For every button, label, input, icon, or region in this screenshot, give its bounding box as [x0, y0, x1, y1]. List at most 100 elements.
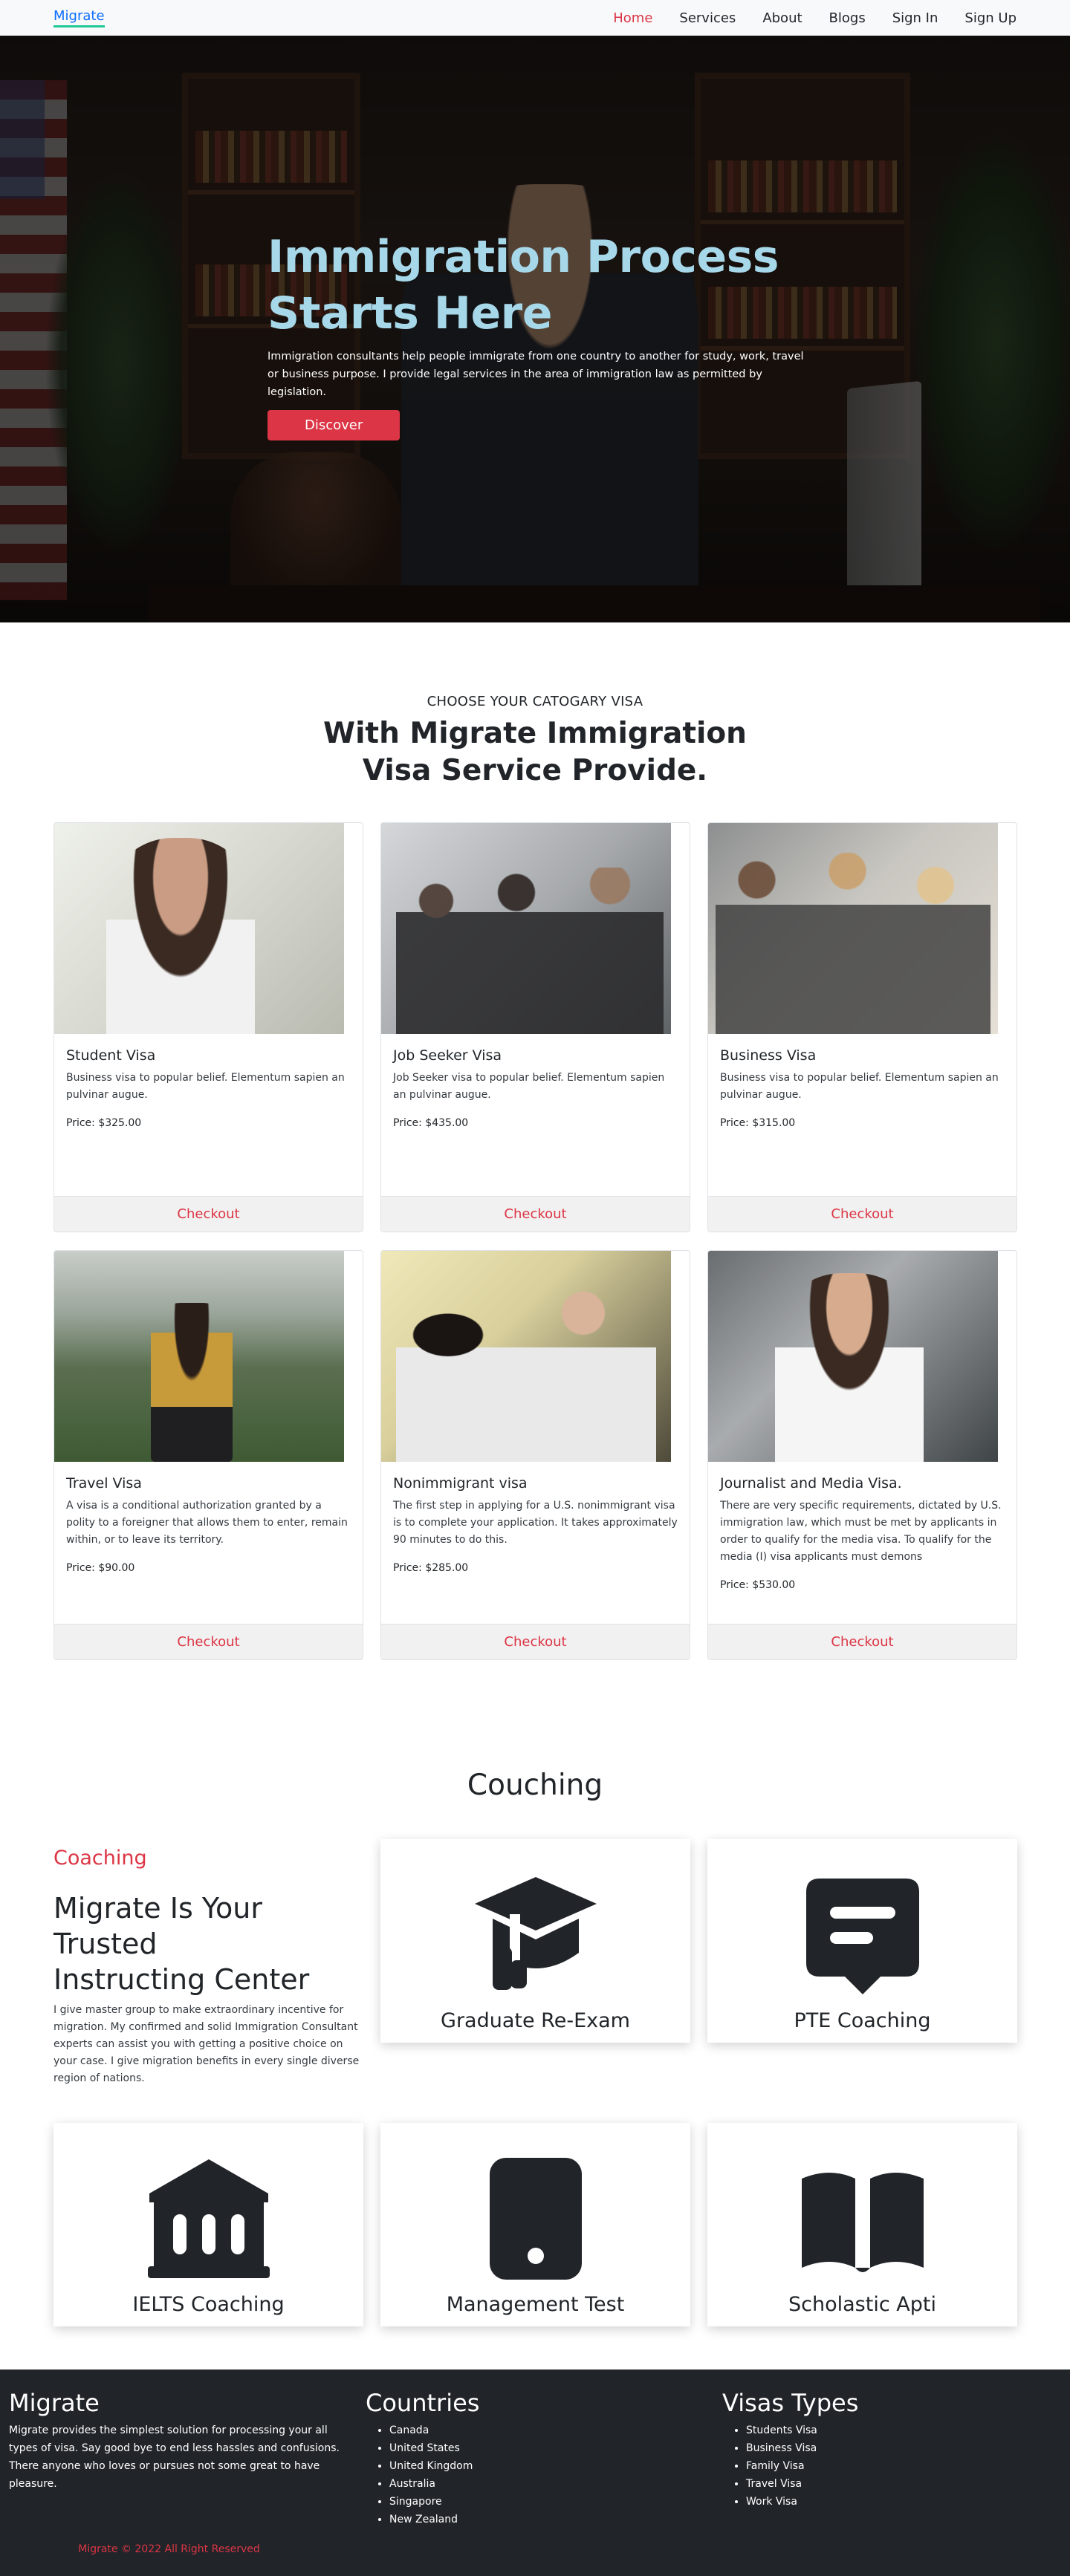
brand-logo-link[interactable]: Migrate	[54, 8, 105, 27]
footer-countries-list: Canada United States United Kingdom Aust…	[366, 2421, 722, 2528]
card-footer: Checkout	[708, 1196, 1016, 1232]
card-price: Price: $435.00	[393, 1117, 469, 1129]
footer-about: Migrate Migrate provides the simplest so…	[9, 2389, 366, 2528]
visa-heading-line1: With Migrate Immigration	[323, 717, 747, 750]
footer-visa-item[interactable]: Travel Visa	[746, 2475, 1070, 2493]
card-title: Student Visa	[66, 1047, 156, 1064]
footer-copyright: Migrate © 2022 All Right Reserved	[78, 2543, 260, 2555]
open-book-icon	[801, 2173, 924, 2272]
bank-building-icon	[147, 2159, 270, 2278]
footer-countries: Countries Canada United States United Ki…	[366, 2389, 722, 2528]
visa-card-journalist: Journalist and Media Visa. There are ver…	[707, 1250, 1017, 1660]
card-body: Student Visa Business visa to popular be…	[54, 1034, 363, 1129]
coaching-card-label: Graduate Re-Exam	[441, 2009, 630, 2032]
business-photo	[708, 823, 998, 1034]
card-image	[381, 823, 671, 1034]
coaching-card-label: Scholastic Apti	[788, 2293, 936, 2316]
card-text: A visa is a conditional authorization gr…	[66, 1500, 348, 1546]
job-seeker-photo	[381, 823, 671, 1034]
coaching-kicker: Coaching	[54, 1847, 147, 1870]
card-price: Price: $325.00	[66, 1117, 142, 1129]
footer-visas: Visas Types Students Visa Business Visa …	[722, 2389, 1070, 2528]
nonimmigrant-photo	[381, 1251, 671, 1462]
nav-links: Home Services About Blogs Sign In Sign U…	[600, 10, 1016, 26]
footer-country-item[interactable]: Australia	[389, 2475, 722, 2493]
card-image	[54, 1251, 344, 1462]
footer-visa-item[interactable]: Students Visa	[746, 2421, 1070, 2439]
top-navbar: Migrate Home Services About Blogs Sign I…	[0, 0, 1070, 36]
footer-country-item[interactable]: Singapore	[389, 2493, 722, 2511]
checkout-link[interactable]: Checkout	[177, 1206, 239, 1222]
coaching-grid-row2: IELTS Coaching Management Test Scholasti…	[54, 2123, 1017, 2370]
footer-visa-item[interactable]: Business Visa	[746, 2439, 1070, 2457]
coaching-section: Couching Coaching Migrate Is Your Truste…	[0, 1660, 1070, 2370]
footer-brand: Migrate	[9, 2389, 100, 2417]
visa-card-travel: Travel Visa A visa is a conditional auth…	[54, 1250, 363, 1660]
card-body: Travel Visa A visa is a conditional auth…	[54, 1462, 363, 1574]
tablet-icon	[489, 2158, 582, 2280]
coaching-grid-row1: Coaching Migrate Is Your Trusted Instruc…	[54, 1839, 1017, 2087]
card-text: The first step in applying for a U.S. no…	[393, 1500, 678, 1546]
checkout-link[interactable]: Checkout	[177, 1634, 239, 1650]
card-footer: Checkout	[54, 1624, 363, 1659]
discover-button[interactable]: Discover	[268, 410, 401, 440]
student-photo	[54, 823, 344, 1034]
nav-about-link[interactable]: About	[749, 10, 815, 26]
graduation-cap-icon	[474, 1877, 597, 1990]
site-footer: Migrate Migrate provides the simplest so…	[0, 2370, 1070, 2576]
hero-description: Immigration consultants help people immi…	[268, 351, 804, 398]
visa-card-business: Business Visa Business visa to popular b…	[707, 822, 1017, 1232]
card-title: Nonimmigrant visa	[393, 1475, 528, 1492]
hero-title-line2: Starts Here	[268, 287, 552, 339]
footer-visa-item[interactable]: Work Visa	[746, 2493, 1070, 2511]
coaching-card-ielts[interactable]: IELTS Coaching	[54, 2123, 363, 2326]
nav-sign-in-link[interactable]: Sign In	[879, 10, 952, 26]
card-text: There are very specific requirements, di…	[720, 1500, 1002, 1563]
coaching-card-scholastic-apti[interactable]: Scholastic Apti	[707, 2123, 1017, 2326]
card-image	[708, 823, 998, 1034]
card-body: Nonimmigrant visa The first step in appl…	[381, 1462, 690, 1574]
coaching-card-management-test[interactable]: Management Test	[380, 2123, 690, 2326]
checkout-link[interactable]: Checkout	[504, 1206, 566, 1222]
visa-card-job-seeker: Job Seeker Visa Job Seeker visa to popul…	[380, 822, 690, 1232]
coaching-title-line3: Instructing Center	[54, 1963, 310, 1996]
footer-country-item[interactable]: Canada	[389, 2421, 722, 2439]
card-text: Business visa to popular belief. Element…	[66, 1072, 345, 1101]
card-image	[381, 1251, 671, 1462]
nav-blogs-link[interactable]: Blogs	[816, 10, 879, 26]
card-footer: Checkout	[708, 1624, 1016, 1659]
footer-about-text: Migrate provides the simplest solution f…	[9, 2424, 340, 2490]
checkout-link[interactable]: Checkout	[504, 1634, 566, 1650]
card-image	[708, 1251, 998, 1462]
coaching-card-graduate-re-exam[interactable]: Graduate Re-Exam	[380, 1839, 690, 2043]
footer-visas-title: Visas Types	[722, 2389, 859, 2417]
card-footer: Checkout	[381, 1196, 690, 1232]
checkout-link[interactable]: Checkout	[831, 1634, 893, 1650]
footer-country-item[interactable]: United States	[389, 2439, 722, 2457]
coaching-card-label: PTE Coaching	[794, 2009, 931, 2032]
visa-card-nonimmigrant: Nonimmigrant visa The first step in appl…	[380, 1250, 690, 1660]
coaching-description: I give master group to make extraordinar…	[54, 2004, 360, 2084]
card-footer: Checkout	[381, 1624, 690, 1659]
nav-sign-up-link[interactable]: Sign Up	[951, 10, 1016, 26]
visa-card-student: Student Visa Business visa to popular be…	[54, 822, 363, 1232]
footer-columns: Migrate Migrate provides the simplest so…	[9, 2389, 1061, 2528]
nav-services-link[interactable]: Services	[666, 10, 749, 26]
hero-title-line1: Immigration Process	[268, 231, 779, 283]
card-title: Job Seeker Visa	[393, 1047, 502, 1064]
coaching-card-pte[interactable]: PTE Coaching	[707, 1839, 1017, 2043]
checkout-link[interactable]: Checkout	[831, 1206, 893, 1222]
visa-cards-grid: Student Visa Business visa to popular be…	[54, 822, 1017, 1660]
card-body: Journalist and Media Visa. There are ver…	[708, 1462, 1016, 1591]
footer-country-item[interactable]: United Kingdom	[389, 2457, 722, 2475]
coaching-card-label: IELTS Coaching	[132, 2293, 285, 2316]
card-price: Price: $90.00	[66, 1562, 135, 1574]
footer-visa-item[interactable]: Family Visa	[746, 2457, 1070, 2475]
nav-home-link[interactable]: Home	[600, 10, 666, 26]
card-text: Business visa to popular belief. Element…	[720, 1072, 999, 1101]
hero-title: Immigration Process Starts Here	[268, 229, 817, 342]
card-footer: Checkout	[54, 1196, 363, 1232]
card-body: Job Seeker Visa Job Seeker visa to popul…	[381, 1034, 690, 1129]
footer-country-item[interactable]: New Zealand	[389, 2511, 722, 2528]
card-title: Journalist and Media Visa.	[720, 1475, 902, 1492]
